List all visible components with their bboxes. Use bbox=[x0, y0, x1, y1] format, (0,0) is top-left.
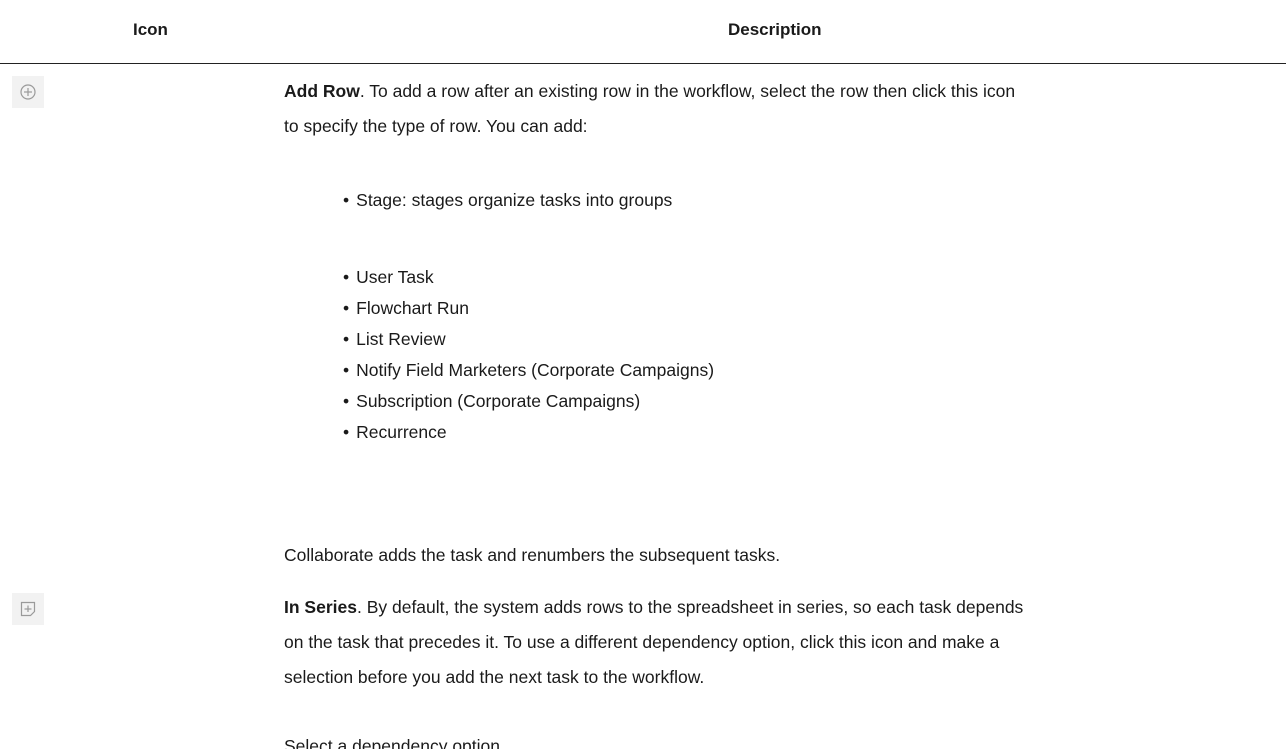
column-header-icon: Icon bbox=[133, 20, 168, 39]
list-item: Flowchart Run bbox=[343, 293, 714, 324]
description-line: Select a dependency option. bbox=[284, 736, 505, 749]
list-item: List Review bbox=[343, 324, 714, 355]
list-item: User Task bbox=[343, 262, 714, 293]
add-row-icon[interactable] bbox=[12, 76, 44, 108]
description-line: Add Row. To add a row after an existing … bbox=[284, 81, 1016, 101]
description-line: selection before you add the next task t… bbox=[284, 667, 705, 687]
list-item: Stage: stages organize tasks into groups bbox=[343, 185, 672, 216]
list-item: Recurrence bbox=[343, 417, 714, 448]
add-row-title: Add Row bbox=[284, 81, 360, 101]
in-series-description: In Series. By default, the system adds r… bbox=[284, 590, 1274, 695]
list-item: Subscription (Corporate Campaigns) bbox=[343, 386, 714, 417]
description-line: to specify the type of row. You can add: bbox=[284, 116, 588, 136]
description-line: Collaborate adds the task and renumbers … bbox=[284, 545, 781, 565]
list-item: Notify Field Marketers (Corporate Campai… bbox=[343, 355, 714, 386]
in-series-footer: Select a dependency option. bbox=[284, 729, 1274, 749]
in-series-icon[interactable] bbox=[12, 593, 44, 625]
in-series-title: In Series bbox=[284, 597, 357, 617]
row-type-list: User Task Flowchart Run List Review Noti… bbox=[343, 262, 714, 448]
description-line: on the task that precedes it. To use a d… bbox=[284, 632, 1000, 652]
add-row-footer: Collaborate adds the task and renumbers … bbox=[284, 538, 1274, 573]
table-header-row: Icon Description bbox=[0, 0, 1286, 64]
add-row-description: Add Row. To add a row after an existing … bbox=[284, 74, 1274, 144]
description-line: In Series. By default, the system adds r… bbox=[284, 597, 1024, 617]
row-type-stage-list: Stage: stages organize tasks into groups bbox=[343, 185, 672, 216]
icon-reference-table: Icon Description Add Row. To add a row a… bbox=[0, 0, 1286, 749]
column-header-description: Description bbox=[728, 20, 822, 39]
